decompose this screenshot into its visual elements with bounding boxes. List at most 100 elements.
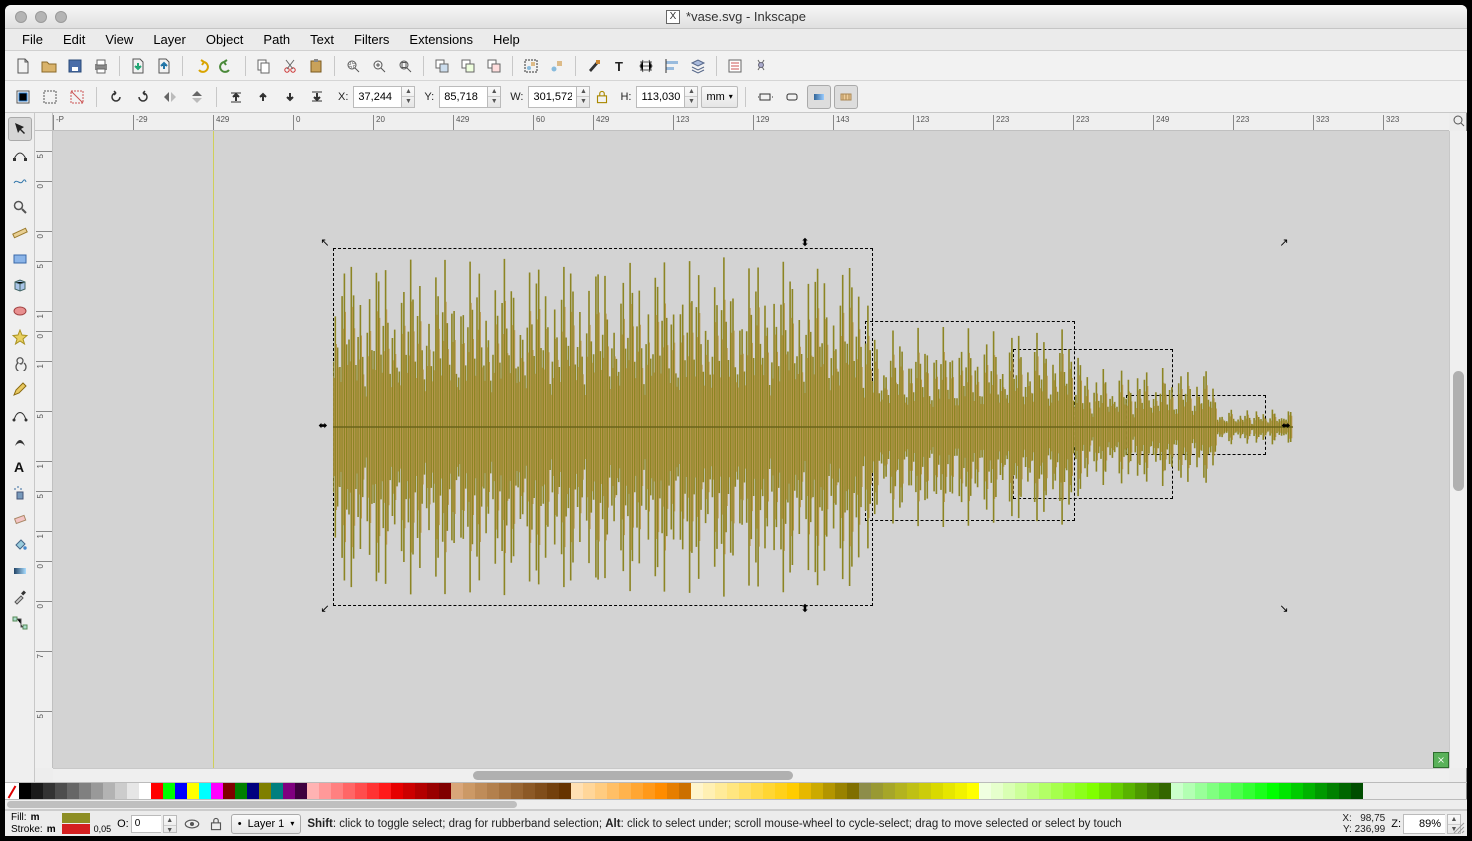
color-swatch[interactable] [823, 783, 835, 799]
color-swatch[interactable] [1159, 783, 1171, 799]
color-swatch[interactable] [223, 783, 235, 799]
color-swatch[interactable] [19, 783, 31, 799]
color-swatch[interactable] [799, 783, 811, 799]
select-all-button[interactable] [38, 85, 62, 109]
color-swatch[interactable] [1207, 783, 1219, 799]
color-swatch[interactable] [475, 783, 487, 799]
text-dialog-button[interactable]: T [608, 54, 632, 78]
unlink-clone-button[interactable] [482, 54, 506, 78]
color-swatch[interactable] [931, 783, 943, 799]
preferences-button[interactable] [723, 54, 747, 78]
color-swatch[interactable] [1171, 783, 1183, 799]
spray-tool[interactable] [8, 481, 32, 505]
transform-corners-button[interactable] [780, 85, 804, 109]
scale-handle-s[interactable]: ⬍ [799, 603, 811, 615]
color-swatch[interactable] [1039, 783, 1051, 799]
x-spinbox[interactable]: ▲▼ [353, 86, 415, 108]
color-swatch[interactable] [535, 783, 547, 799]
lower-to-bottom-button[interactable] [305, 85, 329, 109]
color-swatch[interactable] [379, 783, 391, 799]
zoom-spinbox[interactable] [1403, 814, 1445, 834]
zoom-drawing-button[interactable] [367, 54, 391, 78]
scale-handle-n[interactable]: ⬍ [799, 237, 811, 249]
calligraphy-tool[interactable] [8, 429, 32, 453]
spiral-tool[interactable] [8, 351, 32, 375]
color-swatch[interactable] [115, 783, 127, 799]
color-swatch[interactable] [763, 783, 775, 799]
color-swatch[interactable] [235, 783, 247, 799]
color-swatch[interactable] [1327, 783, 1339, 799]
snap-indicator-icon[interactable] [1433, 752, 1449, 768]
stroke-width-display[interactable]: 0,05 [94, 824, 112, 835]
new-file-button[interactable] [11, 54, 35, 78]
color-swatch[interactable] [1027, 783, 1039, 799]
scale-handle-w[interactable]: ⬌ [317, 420, 329, 432]
color-swatch[interactable] [895, 783, 907, 799]
pencil-tool[interactable] [8, 377, 32, 401]
cut-button[interactable] [278, 54, 302, 78]
menu-text[interactable]: Text [301, 30, 343, 49]
horizontal-ruler[interactable]: -P-2942902042960429123129143123223223249… [53, 113, 1449, 131]
layer-visible-toggle[interactable] [183, 815, 201, 833]
raise-button[interactable] [251, 85, 275, 109]
selector-tool[interactable] [8, 117, 32, 141]
stroke-multi-indicator[interactable]: m [47, 824, 56, 835]
menu-object[interactable]: Object [197, 30, 253, 49]
color-swatch[interactable] [79, 783, 91, 799]
paint-bucket-tool[interactable] [8, 533, 32, 557]
color-swatch[interactable] [1051, 783, 1063, 799]
color-swatch[interactable] [103, 783, 115, 799]
menu-view[interactable]: View [96, 30, 142, 49]
text-tool[interactable]: A [8, 455, 32, 479]
undo-button[interactable] [189, 54, 213, 78]
no-fill-swatch[interactable] [5, 783, 19, 799]
color-swatch[interactable] [655, 783, 667, 799]
ungroup-button[interactable] [545, 54, 569, 78]
color-swatch[interactable] [715, 783, 727, 799]
color-swatch[interactable] [667, 783, 679, 799]
color-swatch[interactable] [55, 783, 67, 799]
layer-selector[interactable]: •Layer 1▾ [231, 814, 302, 834]
color-swatch[interactable] [619, 783, 631, 799]
color-swatch[interactable] [991, 783, 1003, 799]
transform-pattern-button[interactable] [834, 85, 858, 109]
scale-handle-ne[interactable]: ↗ [1278, 237, 1290, 249]
zoom-selection-button[interactable] [341, 54, 365, 78]
color-swatch[interactable] [403, 783, 415, 799]
color-swatch[interactable] [943, 783, 955, 799]
color-swatch[interactable] [547, 783, 559, 799]
w-spinbox[interactable]: ▲▼ [528, 86, 590, 108]
node-tool[interactable] [8, 143, 32, 167]
scale-handle-se[interactable]: ↘ [1278, 603, 1290, 615]
color-swatch[interactable] [175, 783, 187, 799]
dropper-tool[interactable] [8, 585, 32, 609]
color-swatch[interactable] [211, 783, 223, 799]
color-swatch[interactable] [883, 783, 895, 799]
color-swatch[interactable] [739, 783, 751, 799]
document-properties-button[interactable] [749, 54, 773, 78]
lock-aspect-button[interactable] [593, 88, 611, 106]
color-swatch[interactable] [775, 783, 787, 799]
transform-gradient-button[interactable] [807, 85, 831, 109]
color-swatch[interactable] [1243, 783, 1255, 799]
color-swatch[interactable] [559, 783, 571, 799]
color-swatch[interactable] [283, 783, 295, 799]
rectangle-tool[interactable] [8, 247, 32, 271]
fill-multi-indicator[interactable]: m [31, 812, 40, 823]
opacity-spinbox[interactable] [131, 815, 161, 833]
color-swatch[interactable] [1231, 783, 1243, 799]
color-swatch[interactable] [1279, 783, 1291, 799]
color-swatch[interactable] [595, 783, 607, 799]
color-swatch[interactable] [343, 783, 355, 799]
export-button[interactable] [152, 54, 176, 78]
color-swatch[interactable] [355, 783, 367, 799]
color-swatch[interactable] [919, 783, 931, 799]
color-swatch[interactable] [187, 783, 199, 799]
color-swatch[interactable] [1255, 783, 1267, 799]
color-swatch[interactable] [1075, 783, 1087, 799]
color-swatch[interactable] [487, 783, 499, 799]
open-file-button[interactable] [37, 54, 61, 78]
color-swatch[interactable] [1183, 783, 1195, 799]
color-swatch[interactable] [163, 783, 175, 799]
menu-help[interactable]: Help [484, 30, 529, 49]
